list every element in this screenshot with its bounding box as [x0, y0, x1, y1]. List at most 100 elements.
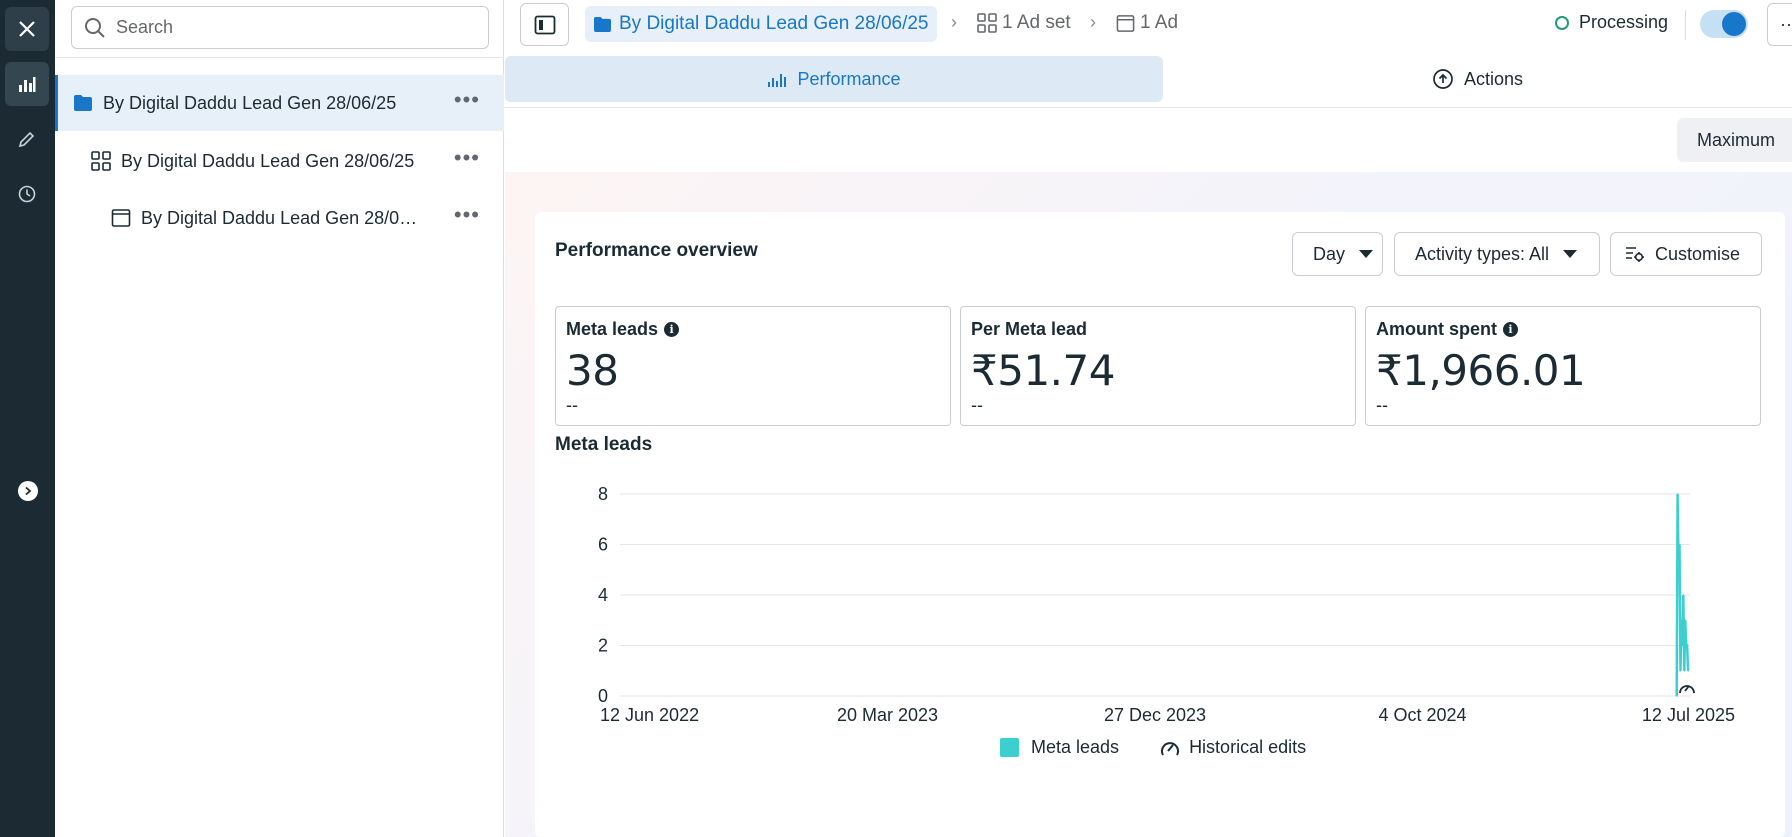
rail-edit-button[interactable]: [5, 117, 49, 161]
y-tick-label: 6: [598, 535, 608, 555]
data-point: [1677, 568, 1680, 571]
metric-label: Meta leads: [566, 319, 659, 339]
breadcrumb-separator: ›: [951, 12, 957, 32]
divider: [1685, 10, 1686, 40]
more-button[interactable]: ··: [1767, 3, 1792, 46]
toggle-knob: [1722, 12, 1746, 36]
metric-comparison: --: [566, 395, 578, 415]
metric-card-amount-spent[interactable]: Amount spent i ₹1,966.01 --: [1365, 306, 1761, 426]
metric-card-per-meta-lead[interactable]: Per Meta lead ₹51.74 --: [960, 306, 1356, 426]
breadcrumb-campaign-label: By Digital Daddu Lead Gen 28/06/25: [619, 13, 929, 34]
day-dropdown[interactable]: Day: [1292, 232, 1383, 276]
breadcrumb-ad[interactable]: 1 Ad: [1116, 12, 1178, 34]
y-tick-label: 4: [598, 585, 608, 605]
activity-types-label: Activity types: All: [1415, 243, 1550, 264]
metric-card-meta-leads[interactable]: Meta leads i 38 --: [555, 306, 951, 426]
folder-icon: [73, 94, 93, 112]
clock-icon: [18, 185, 36, 203]
tab-performance-label: Performance: [797, 68, 901, 89]
data-point: [1675, 695, 1678, 697]
ad-window-icon: [111, 208, 131, 228]
metric-value: 38: [566, 346, 619, 395]
card-title: Performance overview: [555, 240, 758, 261]
x-tick-label: 4 Oct 2024: [1378, 705, 1466, 725]
upload-circle-icon: [1432, 68, 1454, 90]
customise-label: Customise: [1655, 243, 1741, 264]
status-ring-icon: [1555, 15, 1569, 30]
settings-list-icon: [1625, 245, 1645, 263]
status-label: Processing: [1579, 12, 1669, 32]
legend-item-meta-leads[interactable]: Meta leads: [1000, 737, 1119, 758]
panel-toggle-button[interactable]: [520, 3, 569, 46]
folder-icon: [593, 16, 612, 33]
top-bar: By Digital Daddu Lead Gen 28/06/25 › 1 A…: [505, 0, 1792, 50]
chevron-right-icon: [25, 486, 32, 496]
historical-edits-icon: [1159, 738, 1181, 758]
sidebar-icon: [534, 15, 555, 34]
legend-label: Historical edits: [1189, 737, 1307, 757]
adset-grid-icon: [977, 13, 997, 33]
data-point: [1686, 644, 1688, 647]
breadcrumb-adset[interactable]: 1 Ad set: [977, 12, 1071, 34]
tree-item-ad[interactable]: By Digital Daddu Lead Gen 28/06… •••: [55, 190, 504, 246]
rail-performance-button[interactable]: [5, 62, 49, 106]
more-dots-icon: ··: [1780, 14, 1792, 34]
data-point: [1687, 669, 1689, 672]
x-tick-label: 12 Jun 2022: [600, 705, 699, 725]
y-tick-label: 0: [598, 686, 608, 706]
more-options-icon[interactable]: •••: [454, 147, 480, 169]
campaign-tree-panel: By Digital Daddu Lead Gen 28/06/25 ••• B…: [55, 0, 504, 837]
close-icon: [19, 21, 35, 37]
legend-item-historical-edits[interactable]: Historical edits: [1159, 737, 1306, 758]
more-options-icon[interactable]: •••: [454, 204, 480, 226]
close-button[interactable]: [5, 7, 49, 51]
data-point: [1678, 543, 1681, 546]
metric-label: Per Meta lead: [971, 319, 1088, 339]
more-options-icon[interactable]: •••: [454, 89, 480, 111]
campaign-on-off-toggle[interactable]: [1700, 10, 1748, 38]
metric-value: ₹51.74: [971, 346, 1115, 395]
customise-button[interactable]: Customise: [1610, 232, 1762, 276]
meta-leads-chart[interactable]: 0 2 4 6 8 12 Jun 2022 20 Mar 2023 27 Dec 2023 4 …: [535, 462, 1785, 762]
tab-actions-label: Actions: [1463, 68, 1524, 89]
bar-chart-icon: [767, 70, 787, 88]
x-tick-label: 20 Mar 2023: [837, 705, 938, 725]
y-tick-label: 2: [598, 636, 608, 656]
rail-history-button[interactable]: [5, 172, 49, 216]
breadcrumb-campaign[interactable]: By Digital Daddu Lead Gen 28/06/25: [585, 6, 937, 42]
breadcrumb-separator: ›: [1090, 12, 1096, 32]
tab-actions[interactable]: Actions: [1163, 56, 1792, 102]
data-point: [1682, 594, 1685, 596]
tree-item-adset[interactable]: By Digital Daddu Lead Gen 28/06/25 •••: [55, 133, 504, 189]
bar-chart-icon: [19, 77, 36, 92]
expand-rail-button[interactable]: [18, 481, 38, 501]
ad-window-icon: [1116, 14, 1135, 33]
data-point: [1679, 669, 1682, 672]
date-preset-button[interactable]: Maximum: [1677, 118, 1792, 162]
search-box[interactable]: [71, 6, 489, 49]
main-content: Maximum Performance overview Day Activit…: [505, 108, 1792, 837]
tree-item-campaign[interactable]: By Digital Daddu Lead Gen 28/06/25 •••: [55, 75, 504, 131]
tree-divider: [55, 57, 504, 58]
search-icon: [85, 17, 105, 38]
tree-item-label: By Digital Daddu Lead Gen 28/06/25: [103, 92, 397, 113]
tree-item-label: By Digital Daddu Lead Gen 28/06…: [141, 207, 426, 228]
day-dropdown-label: Day: [1313, 243, 1346, 264]
metric-comparison: --: [1376, 395, 1388, 415]
legend-swatch: [1000, 738, 1019, 757]
chart-title: Meta leads: [555, 434, 653, 455]
breadcrumb-ad-label: 1 Ad: [1140, 12, 1179, 33]
data-point: [1680, 619, 1683, 622]
search-input[interactable]: [116, 17, 466, 38]
x-tick-label: 12 Jul 2025: [1642, 705, 1735, 725]
pencil-icon: [18, 131, 35, 148]
historical-edit-marker: [1679, 685, 1695, 694]
tab-performance[interactable]: Performance: [505, 56, 1163, 102]
info-icon[interactable]: i: [664, 322, 680, 337]
left-rail: [0, 0, 55, 837]
data-point: [1676, 493, 1679, 495]
info-icon[interactable]: i: [1503, 322, 1518, 337]
y-tick-label: 8: [598, 484, 608, 504]
data-point: [1683, 669, 1686, 672]
activity-types-dropdown[interactable]: Activity types: All: [1394, 232, 1600, 276]
